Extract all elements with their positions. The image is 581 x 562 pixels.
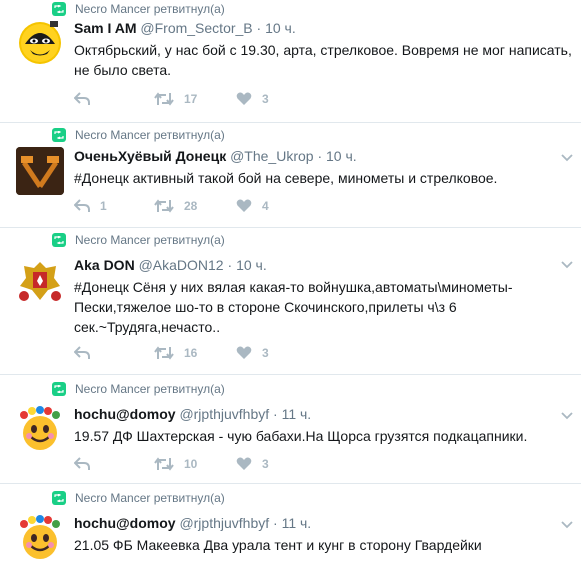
like-icon: [236, 346, 252, 359]
chevron-down-icon[interactable]: [561, 516, 573, 529]
like-count: 3: [262, 346, 269, 360]
retweet-icon: [52, 382, 66, 396]
author-name[interactable]: hochu@domoy: [74, 515, 176, 531]
chevron-down-icon[interactable]: [561, 149, 573, 162]
author-name[interactable]: ОченьХуёвый Донецк: [74, 148, 226, 164]
author-name[interactable]: hochu@domoy: [74, 406, 176, 422]
like-count: 3: [262, 92, 269, 106]
retweet-icon: [52, 128, 66, 142]
retweeter-label[interactable]: Necro Mancer ретвитнул(а): [75, 382, 225, 396]
like-icon: [236, 457, 252, 470]
tweet[interactable]: Necro Mancer ретвитнул(а) Sam I AM @From…: [0, 0, 581, 123]
separator-dot: ·: [317, 148, 323, 164]
author-handle[interactable]: @From_Sector_B: [140, 20, 252, 36]
retweet-icon: [154, 457, 174, 471]
reply-icon: [74, 92, 90, 105]
timestamp[interactable]: 10 ч.: [326, 148, 357, 164]
retweet-context: Necro Mancer ретвитнул(а): [52, 2, 225, 16]
author-handle[interactable]: @AkaDON12: [139, 257, 224, 273]
tweet-text: #Донецк Сёня у них вялая какая-то войнуш…: [74, 279, 513, 335]
tweet-text: 21.05 ФБ Макеевка Два урала тент и кунг …: [74, 537, 482, 553]
retweet-icon: [52, 491, 66, 505]
retweet-icon: [154, 199, 174, 213]
tweet-header: ОченьХуёвый Донецк @The_Ukrop · 10 ч.: [74, 148, 357, 164]
reply-button[interactable]: [74, 92, 154, 106]
retweet-context: Necro Mancer ретвитнул(а): [52, 128, 225, 142]
chevron-down-icon[interactable]: [561, 256, 573, 269]
reply-count: 1: [100, 199, 107, 213]
retweet-count: 17: [184, 92, 198, 106]
tweet[interactable]: Necro Mancer ретвитнул(а) ОченьХуёвый До…: [0, 123, 581, 228]
retweet-button[interactable]: 10: [154, 457, 236, 471]
timestamp[interactable]: 11 ч.: [282, 406, 312, 422]
reply-button[interactable]: 1: [74, 199, 154, 213]
retweet-button[interactable]: 17: [154, 92, 236, 106]
retweeter-label[interactable]: Necro Mancer ретвитнул(а): [75, 128, 225, 142]
reply-button[interactable]: [74, 457, 154, 471]
like-count: 3: [262, 457, 269, 471]
like-button[interactable]: 3: [236, 346, 269, 360]
chevron-down-icon[interactable]: [561, 407, 573, 420]
separator-dot: ·: [256, 20, 262, 36]
reply-icon: [74, 199, 90, 212]
retweet-button[interactable]: 28: [154, 199, 236, 213]
like-count: 4: [262, 199, 269, 213]
separator-dot: ·: [273, 406, 278, 422]
like-icon: [236, 92, 252, 105]
avatar[interactable]: [16, 514, 64, 562]
retweet-icon: [52, 233, 66, 247]
tweet-header: hochu@domoy @rjpthjuvfhbyf · 11 ч.: [74, 406, 311, 422]
retweet-count: 16: [184, 346, 198, 360]
reply-button[interactable]: [74, 346, 154, 360]
tweet[interactable]: Necro Mancer ретвитнул(а) Aka DON @AkaDO…: [0, 228, 581, 375]
tweet-actions: 1 28 4: [74, 199, 269, 213]
retweet-count: 28: [184, 199, 198, 213]
tweet-header: hochu@domoy @rjpthjuvfhbyf · 11 ч.: [74, 515, 311, 531]
retweet-icon: [154, 346, 174, 360]
like-button[interactable]: 3: [236, 457, 269, 471]
author-handle[interactable]: @The_Ukrop: [230, 148, 313, 164]
reply-icon: [74, 346, 90, 359]
retweeter-label[interactable]: Necro Mancer ретвитнул(а): [75, 233, 225, 247]
author-handle[interactable]: @rjpthjuvfhbyf: [179, 515, 269, 531]
like-icon: [236, 199, 252, 212]
retweet-context: Necro Mancer ретвитнул(а): [52, 233, 225, 247]
separator-dot: ·: [227, 257, 233, 273]
author-name[interactable]: Aka DON: [74, 257, 135, 273]
retweet-button[interactable]: 16: [154, 346, 236, 360]
tweet-text: Октябрьский, у нас бой с 19.30, арта, ст…: [74, 42, 572, 78]
author-handle[interactable]: @rjpthjuvfhbyf: [179, 406, 269, 422]
retweeter-label[interactable]: Necro Mancer ретвитнул(а): [75, 2, 225, 16]
retweet-context: Necro Mancer ретвитнул(а): [52, 491, 225, 505]
like-button[interactable]: 3: [236, 92, 269, 106]
tweet-header: Sam I AM @From_Sector_B · 10 ч.: [74, 20, 296, 36]
separator-dot: ·: [273, 515, 278, 531]
retweeter-label[interactable]: Necro Mancer ретвитнул(а): [75, 491, 225, 505]
retweet-icon: [52, 2, 66, 16]
tweet-actions: 10 3: [74, 457, 269, 471]
avatar[interactable]: [16, 18, 64, 66]
retweet-icon: [154, 92, 174, 106]
retweet-count: 10: [184, 457, 198, 471]
avatar[interactable]: [16, 147, 64, 195]
tweet[interactable]: Necro Mancer ретвитнул(а) hochu@domoy @r…: [0, 484, 581, 562]
tweet-text: 19.57 ДФ Шахтерская - чую бабахи.На Щорс…: [74, 428, 528, 444]
reply-icon: [74, 457, 90, 470]
tweet-text: #Донецк активный такой бой на севере, ми…: [74, 170, 498, 186]
tweet-header: Aka DON @AkaDON12 · 10 ч.: [74, 257, 267, 273]
like-button[interactable]: 4: [236, 199, 269, 213]
tweet[interactable]: Necro Mancer ретвитнул(а) hochu@domoy @r…: [0, 375, 581, 484]
tweet-actions: 16 3: [74, 346, 269, 360]
timestamp[interactable]: 10 ч.: [265, 20, 296, 36]
author-name[interactable]: Sam I AM: [74, 20, 137, 36]
tweet-actions: 17 3: [74, 92, 269, 106]
timestamp[interactable]: 10 ч.: [236, 257, 267, 273]
avatar[interactable]: [16, 256, 64, 304]
timestamp[interactable]: 11 ч.: [282, 515, 312, 531]
retweet-context: Necro Mancer ретвитнул(а): [52, 382, 225, 396]
avatar[interactable]: [16, 405, 64, 453]
tweet-feed: Necro Mancer ретвитнул(а) Sam I AM @From…: [0, 0, 581, 562]
